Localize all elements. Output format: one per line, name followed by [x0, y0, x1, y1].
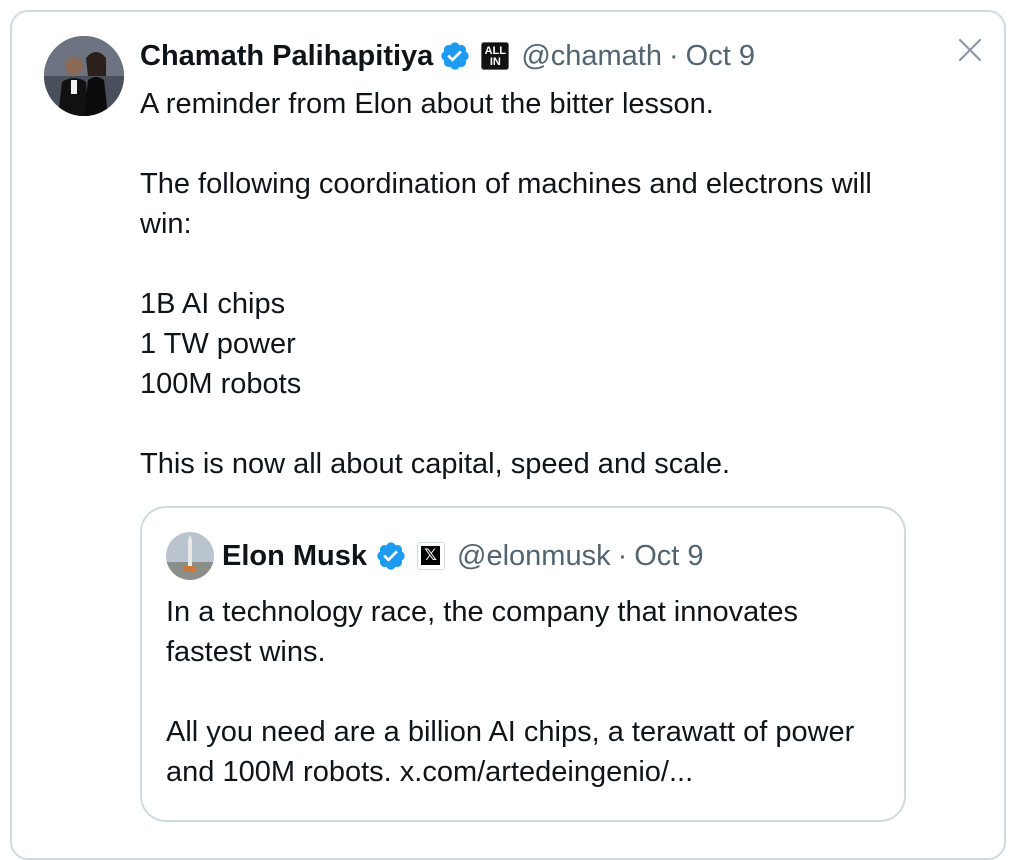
tweet-card: Chamath Palihapitiya ALL IN @chamath · Oc…	[10, 10, 1006, 860]
x-logo-icon: 𝕏	[421, 546, 441, 565]
verified-badge-icon[interactable]	[439, 40, 471, 72]
quoted-tweet-link[interactable]: x.com/artedeingenio/...	[400, 756, 693, 788]
quoted-author-name[interactable]: Elon Musk	[222, 540, 367, 573]
x-affiliation-icon[interactable]: 𝕏	[417, 542, 446, 570]
author-avatar[interactable]	[44, 36, 124, 116]
verified-badge-icon[interactable]	[375, 540, 407, 572]
close-icon[interactable]	[956, 36, 984, 64]
quoted-author-avatar[interactable]	[166, 532, 214, 580]
separator-dot: ·	[668, 40, 679, 72]
quoted-tweet[interactable]: Elon Musk 𝕏 @elonmusk · Oct 9 In a techn…	[140, 506, 906, 822]
separator-dot: ·	[617, 539, 628, 572]
author-name[interactable]: Chamath Palihapitiya	[140, 36, 433, 76]
quoted-tweet-date[interactable]: Oct 9	[634, 540, 703, 573]
all-in-affiliation-icon[interactable]: ALL IN	[481, 42, 510, 70]
tweet-date[interactable]: Oct 9	[686, 36, 755, 76]
quoted-author-handle[interactable]: @elonmusk	[457, 540, 611, 573]
quoted-tweet-header: Elon Musk 𝕏 @elonmusk · Oct 9	[222, 536, 704, 576]
quoted-tweet-text: In a technology race, the company that i…	[166, 592, 886, 792]
tweet-header: Chamath Palihapitiya ALL IN @chamath · Oc…	[140, 36, 755, 76]
tweet-text: A reminder from Elon about the bitter le…	[140, 88, 872, 480]
author-handle[interactable]: @chamath	[521, 36, 662, 76]
